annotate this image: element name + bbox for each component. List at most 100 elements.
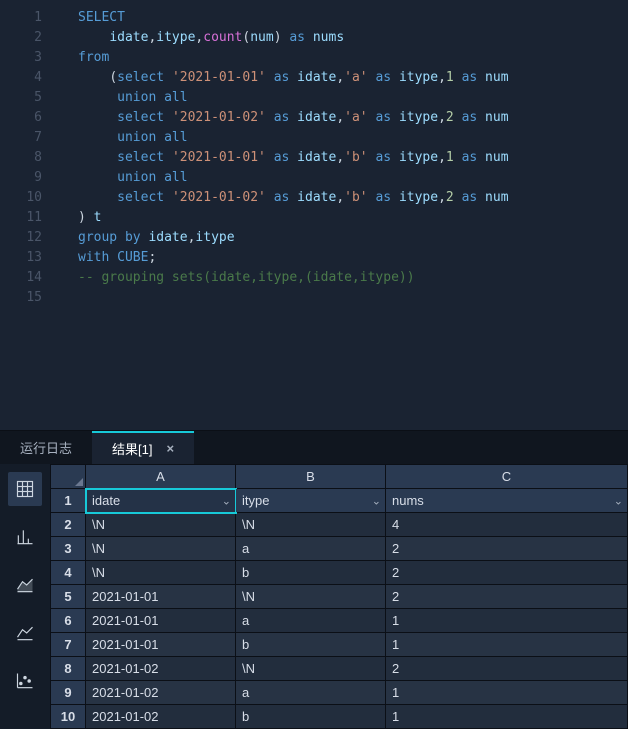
table-row[interactable]: 3\Na2	[51, 537, 628, 561]
cell[interactable]: 1	[386, 633, 628, 657]
code-line[interactable]: from	[60, 48, 628, 68]
line-number: 10	[0, 188, 60, 208]
code-line[interactable]: group by idate,itype	[60, 228, 628, 248]
line-number-gutter: 123456789101112131415	[0, 0, 60, 430]
cell[interactable]: 4	[386, 513, 628, 537]
tab-run-log[interactable]: 运行日志	[0, 431, 92, 464]
line-number: 6	[0, 108, 60, 128]
row-number[interactable]: 2	[51, 513, 86, 537]
code-content[interactable]: SELECT idate,itype,count(num) as numsfro…	[60, 0, 628, 430]
select-all-corner[interactable]	[51, 465, 86, 489]
col-header-a[interactable]: A	[86, 465, 236, 489]
row-number[interactable]: 6	[51, 609, 86, 633]
row-number[interactable]: 8	[51, 657, 86, 681]
cell[interactable]: 2021-01-02	[86, 681, 236, 705]
line-number: 7	[0, 128, 60, 148]
cell[interactable]: a	[236, 609, 386, 633]
line-number: 3	[0, 48, 60, 68]
close-icon[interactable]: ×	[166, 441, 174, 456]
code-line[interactable]: idate,itype,count(num) as nums	[60, 28, 628, 48]
col-header-b[interactable]: B	[236, 465, 386, 489]
cell[interactable]: 2	[386, 537, 628, 561]
table-row[interactable]: 72021-01-01b1	[51, 633, 628, 657]
chevron-down-icon[interactable]: ⌄	[614, 494, 623, 507]
line-number: 2	[0, 28, 60, 48]
cell[interactable]: 2021-01-01	[86, 585, 236, 609]
results-tab-bar: 运行日志 结果[1] ×	[0, 430, 628, 464]
field-header-idate[interactable]: idate⌄	[86, 489, 236, 513]
code-line[interactable]: SELECT	[60, 8, 628, 28]
code-line[interactable]: union all	[60, 88, 628, 108]
cell[interactable]: 2021-01-02	[86, 705, 236, 729]
line-chart-icon[interactable]	[8, 616, 42, 650]
row-number[interactable]: 3	[51, 537, 86, 561]
table-row[interactable]: 2\N\N4	[51, 513, 628, 537]
scatter-chart-icon[interactable]	[8, 664, 42, 698]
code-editor[interactable]: 123456789101112131415 SELECT idate,itype…	[0, 0, 628, 430]
field-header-nums[interactable]: nums⌄	[386, 489, 628, 513]
result-table[interactable]: A B C 1idate⌄itype⌄nums⌄2\N\N43\Na24\Nb2…	[50, 464, 628, 729]
row-number[interactable]: 10	[51, 705, 86, 729]
row-number[interactable]: 7	[51, 633, 86, 657]
cell[interactable]: \N	[236, 585, 386, 609]
code-line[interactable]: union all	[60, 128, 628, 148]
row-number[interactable]: 5	[51, 585, 86, 609]
cell[interactable]: b	[236, 705, 386, 729]
cell[interactable]: 2	[386, 585, 628, 609]
cell[interactable]: b	[236, 633, 386, 657]
row-number[interactable]: 1	[51, 489, 86, 513]
cell[interactable]: \N	[86, 513, 236, 537]
col-header-c[interactable]: C	[386, 465, 628, 489]
line-number: 9	[0, 168, 60, 188]
cell[interactable]: 2021-01-01	[86, 609, 236, 633]
tab-result-1-label: 结果[1]	[112, 439, 152, 458]
chevron-down-icon[interactable]: ⌄	[372, 494, 381, 507]
row-number[interactable]: 4	[51, 561, 86, 585]
code-line[interactable]: select '2021-01-02' as idate,'b' as ityp…	[60, 188, 628, 208]
table-row[interactable]: 102021-01-02b1	[51, 705, 628, 729]
table-row[interactable]: 82021-01-02\N2	[51, 657, 628, 681]
grid-view-icon[interactable]	[8, 472, 42, 506]
column-letter-row: A B C	[51, 465, 628, 489]
result-grid[interactable]: A B C 1idate⌄itype⌄nums⌄2\N\N43\Na24\Nb2…	[50, 464, 628, 729]
table-row[interactable]: 52021-01-01\N2	[51, 585, 628, 609]
code-line[interactable]	[60, 288, 628, 308]
table-row[interactable]: 62021-01-01a1	[51, 609, 628, 633]
chevron-down-icon[interactable]: ⌄	[222, 494, 231, 507]
cell[interactable]: a	[236, 681, 386, 705]
code-line[interactable]: union all	[60, 168, 628, 188]
cell[interactable]: 2021-01-01	[86, 633, 236, 657]
table-row[interactable]: 92021-01-02a1	[51, 681, 628, 705]
cell[interactable]: \N	[236, 657, 386, 681]
code-line[interactable]: select '2021-01-02' as idate,'a' as ityp…	[60, 108, 628, 128]
cell[interactable]: 2021-01-02	[86, 657, 236, 681]
cell[interactable]: \N	[86, 561, 236, 585]
field-header-row: 1idate⌄itype⌄nums⌄	[51, 489, 628, 513]
line-number: 11	[0, 208, 60, 228]
cell[interactable]: 1	[386, 705, 628, 729]
cell[interactable]: b	[236, 561, 386, 585]
area-chart-icon[interactable]	[8, 568, 42, 602]
cell[interactable]: 2	[386, 657, 628, 681]
table-row[interactable]: 4\Nb2	[51, 561, 628, 585]
cell[interactable]: 2	[386, 561, 628, 585]
field-header-itype[interactable]: itype⌄	[236, 489, 386, 513]
code-line[interactable]: -- grouping sets(idate,itype,(idate,ityp…	[60, 268, 628, 288]
bar-chart-icon[interactable]	[8, 520, 42, 554]
cell[interactable]: a	[236, 537, 386, 561]
result-view-toolbar	[0, 464, 50, 729]
cell[interactable]: 1	[386, 681, 628, 705]
code-line[interactable]: select '2021-01-01' as idate,'b' as ityp…	[60, 148, 628, 168]
line-number: 13	[0, 248, 60, 268]
cell[interactable]: \N	[86, 537, 236, 561]
tab-result-1[interactable]: 结果[1] ×	[92, 431, 194, 464]
line-number: 8	[0, 148, 60, 168]
code-line[interactable]: (select '2021-01-01' as idate,'a' as ity…	[60, 68, 628, 88]
code-line[interactable]: ) t	[60, 208, 628, 228]
code-line[interactable]: with CUBE;	[60, 248, 628, 268]
line-number: 15	[0, 288, 60, 308]
cell[interactable]: \N	[236, 513, 386, 537]
results-panel: A B C 1idate⌄itype⌄nums⌄2\N\N43\Na24\Nb2…	[0, 464, 628, 729]
row-number[interactable]: 9	[51, 681, 86, 705]
cell[interactable]: 1	[386, 609, 628, 633]
